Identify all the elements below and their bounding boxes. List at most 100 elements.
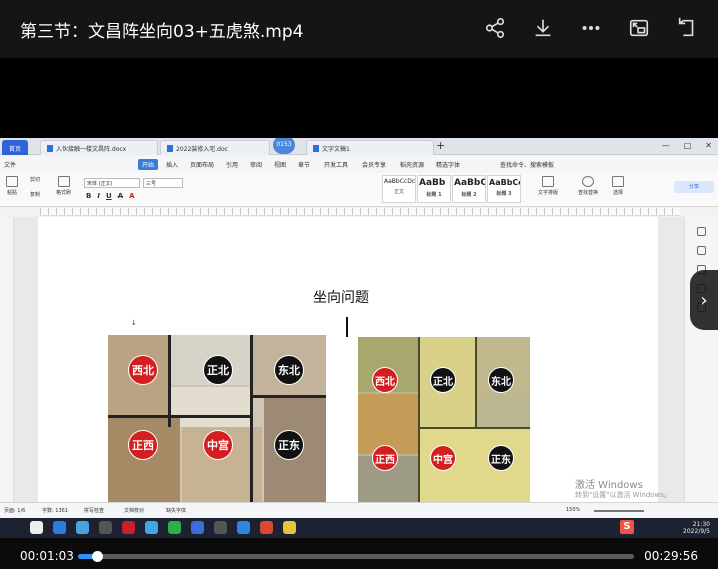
duration: 00:29:56: [644, 549, 698, 563]
close-icon[interactable]: ✕: [705, 141, 712, 150]
app-icon[interactable]: [214, 521, 227, 534]
direction-marker-northwest: 西北: [372, 367, 398, 393]
style-normal[interactable]: AaBbCcDc 正文: [382, 175, 416, 203]
menu-insert[interactable]: 插入: [166, 160, 178, 169]
wps-tab-bar: 首页 入伙接触一楼文昌阵.docx 2022装修入宅.doc 0153 文字文稿…: [0, 138, 718, 155]
maximize-icon[interactable]: □: [684, 141, 692, 150]
new-tab-icon[interactable]: +: [436, 139, 445, 152]
menu-layout[interactable]: 页面布局: [190, 160, 214, 169]
windows-activation-title: 激活 Windows: [575, 480, 643, 491]
wall: [168, 335, 171, 427]
room: [168, 387, 252, 427]
missing-font-button[interactable]: 缺失字体: [166, 507, 186, 514]
app-icon[interactable]: [191, 521, 204, 534]
doc-proof-button[interactable]: 文档校对: [124, 507, 144, 514]
vertical-ruler: [0, 217, 14, 502]
menu-docer[interactable]: 稻壳资源: [400, 160, 424, 169]
current-time: 00:01:03: [20, 549, 74, 563]
top-actions: [482, 14, 700, 42]
select-button[interactable]: 选择: [612, 176, 624, 196]
style-heading-1[interactable]: AaBb 标题 1: [417, 175, 451, 203]
tool-icon[interactable]: [697, 227, 706, 236]
progress-slider[interactable]: [78, 551, 634, 562]
status-bar: 页面: 1/6 字数: 1361 拼写检查 文档校对 缺失字体 150%: [0, 502, 718, 518]
next-arrow-icon[interactable]: ›: [690, 270, 718, 330]
wps-icon[interactable]: [122, 521, 135, 534]
font-color-icon[interactable]: A: [129, 192, 134, 200]
progress-knob[interactable]: [92, 551, 104, 562]
tab-document-3[interactable]: 文字文稿1: [306, 140, 434, 155]
menu-view[interactable]: 视图: [274, 160, 286, 169]
start-icon[interactable]: [30, 521, 43, 534]
command-search[interactable]: 查找命令、搜索模板: [500, 160, 554, 169]
video-frame: 首页 入伙接触一楼文昌阵.docx 2022装修入宅.doc 0153 文字文稿…: [0, 138, 718, 518]
page-count: 页面: 1/6: [4, 508, 26, 514]
style-heading-3[interactable]: AaBbCc 标题 3: [487, 175, 521, 203]
format-painter-button[interactable]: 格式刷: [56, 176, 71, 196]
copy-button[interactable]: 复制: [30, 191, 40, 198]
direction-marker-east: 正东: [274, 430, 304, 460]
wall: [418, 337, 420, 502]
share-button[interactable]: 分享: [674, 181, 714, 193]
font-size-select[interactable]: 三号: [143, 178, 183, 188]
bold-icon[interactable]: B: [86, 192, 91, 200]
horizontal-ruler: [40, 208, 680, 216]
zoom-level[interactable]: 150%: [566, 507, 580, 513]
folder-icon[interactable]: [283, 521, 296, 534]
doc-icon: [313, 145, 319, 152]
picture-in-picture-icon[interactable]: [626, 14, 652, 42]
menu-chapter[interactable]: 章节: [298, 160, 310, 169]
input-method-icon[interactable]: S: [620, 520, 634, 534]
system-clock[interactable]: 21:30 2022/9/5: [683, 521, 710, 535]
rotate-icon[interactable]: [674, 14, 700, 42]
player-top-bar: 第三节：文昌阵坐向03+五虎煞.mp4: [0, 0, 718, 58]
direction-marker-west: 正西: [372, 445, 398, 471]
tab-document-1[interactable]: 入伙接触一楼文昌阵.docx: [40, 140, 158, 155]
menu-file[interactable]: 文件: [4, 160, 16, 169]
text-layout-button[interactable]: 文字排版: [538, 176, 558, 196]
menu-developer[interactable]: 开发工具: [324, 160, 348, 169]
font-name-select[interactable]: 宋体 (正文): [84, 178, 140, 188]
app-icon[interactable]: [99, 521, 112, 534]
format-buttons: B I U A A: [86, 192, 134, 200]
tab-home[interactable]: 首页: [2, 140, 29, 155]
app-icon[interactable]: [260, 521, 273, 534]
download-icon[interactable]: [530, 14, 556, 42]
playback-bar: 00:01:03 00:29:56: [0, 538, 718, 569]
more-icon[interactable]: [578, 14, 604, 42]
menu-review[interactable]: 审阅: [250, 160, 262, 169]
paste-button[interactable]: 粘贴: [6, 176, 18, 196]
wall: [420, 427, 530, 429]
direction-marker-north: 正北: [203, 355, 233, 385]
app-icon[interactable]: [76, 521, 89, 534]
style-heading-2[interactable]: AaBbC 标题 2: [452, 175, 486, 203]
menu-home[interactable]: 开始: [138, 159, 159, 170]
tab-document-2[interactable]: 2022装修入宅.doc: [160, 140, 270, 155]
spell-check-button[interactable]: 拼写检查: [84, 507, 104, 514]
cut-button[interactable]: 剪切: [30, 176, 40, 183]
app-icon[interactable]: [237, 521, 250, 534]
zoom-slider[interactable]: [594, 510, 644, 512]
direction-marker-northwest: 西北: [128, 355, 158, 385]
document-page[interactable]: 坐向问题 ↓ 西北 正北 东北 正西 中宫 正东 西北 正北 东北 正西 中宫 …: [38, 217, 658, 502]
menu-bar: 文件 开始 插入 页面布局 引用 审阅 视图 章节 开发工具 会员专享 稻壳资源…: [0, 156, 718, 173]
share-icon[interactable]: [482, 14, 508, 42]
wechat-icon[interactable]: [168, 521, 181, 534]
italic-icon[interactable]: I: [97, 192, 100, 200]
menu-member[interactable]: 会员专享: [362, 160, 386, 169]
edge-icon[interactable]: [53, 521, 66, 534]
minimize-icon[interactable]: —: [662, 141, 670, 150]
strikethrough-icon[interactable]: A: [118, 192, 123, 200]
floor-plan-left: 西北 正北 东北 正西 中宫 正东: [108, 335, 326, 502]
find-replace-button[interactable]: 查找替换: [578, 176, 598, 196]
menu-fonts[interactable]: 精选字体: [436, 160, 460, 169]
app-icon[interactable]: [145, 521, 158, 534]
windows-taskbar: S 21:30 2022/9/5: [0, 518, 718, 538]
side-toolbar: [684, 217, 718, 502]
direction-marker-northeast: 东北: [274, 355, 304, 385]
menu-references[interactable]: 引用: [226, 160, 238, 169]
taskbar-apps: [30, 521, 296, 534]
video-title: 第三节：文昌阵坐向03+五虎煞.mp4: [20, 22, 304, 42]
underline-icon[interactable]: U: [106, 192, 112, 200]
tool-icon[interactable]: [697, 246, 706, 255]
